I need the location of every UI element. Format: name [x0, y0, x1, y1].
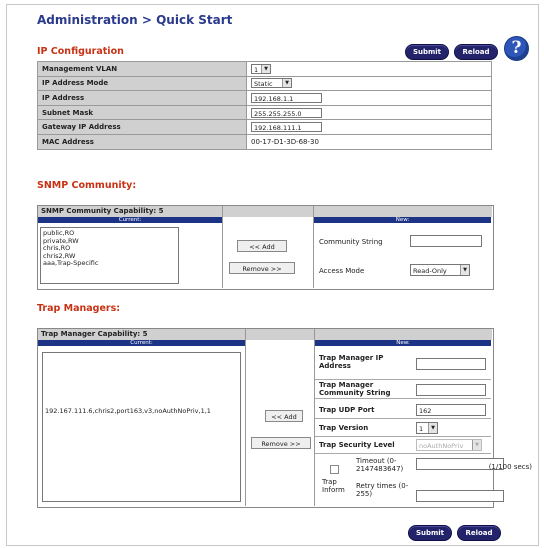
trap-ip-label: Trap Manager IP Address: [319, 354, 384, 370]
table-row: Gateway IP Address 192.168.111.1: [37, 119, 492, 135]
snmp-remove-button[interactable]: Remove >>: [229, 262, 295, 274]
trap-community-input[interactable]: [416, 384, 486, 396]
list-item[interactable]: 192.167.111.6,chris2,port163,v3,noAuthNo…: [45, 407, 238, 416]
trap-new-header: New:: [315, 340, 491, 346]
ip-address-input[interactable]: 192.168.1.1: [251, 92, 322, 103]
ip-mode-select[interactable]: Static ▼: [251, 78, 292, 89]
trap-version-select[interactable]: 1 ▼: [416, 422, 438, 434]
community-string-input[interactable]: [410, 235, 482, 247]
snmp-new-header: New:: [314, 217, 491, 223]
reload-button[interactable]: Reload: [454, 44, 498, 60]
snmp-current-header: Current:: [38, 217, 222, 223]
trap-version-label: Trap Version: [319, 424, 369, 432]
trap-udp-label: Trap UDP Port: [319, 406, 375, 414]
trap-version-value: 1: [419, 425, 424, 433]
retry-label: Retry times (0-255): [356, 482, 409, 498]
snmp-capability: SNMP Community Capability: 5: [38, 206, 492, 217]
trap-manager-list[interactable]: 192.167.111.6,chris2,port163,v3,noAuthNo…: [42, 352, 241, 502]
mac-address-label: MAC Address: [37, 133, 247, 150]
ip-address-label: IP Address: [37, 90, 247, 106]
ip-mode-label: IP Address Mode: [37, 75, 247, 92]
chevron-down-icon: ▼: [282, 79, 291, 88]
trap-community-label: Trap Manager Community String: [319, 381, 391, 397]
submit-button[interactable]: Submit: [405, 44, 449, 60]
access-mode-select[interactable]: Read-Only ▼: [410, 264, 470, 276]
trap-udp-input[interactable]: 162: [416, 404, 486, 416]
chevron-down-icon: ▼: [472, 440, 481, 450]
help-icon[interactable]: ?: [504, 36, 529, 61]
snmp-title: SNMP Community:: [37, 180, 137, 191]
trap-title: Trap Managers:: [37, 303, 121, 314]
ip-mode-value: Static: [254, 80, 273, 89]
gateway-label: Gateway IP Address: [37, 119, 247, 135]
access-mode-label: Access Mode: [319, 267, 365, 275]
gateway-input[interactable]: 192.168.111.1: [251, 122, 322, 133]
retry-input[interactable]: [416, 490, 504, 502]
community-list[interactable]: public,RO private,RW chris,RO chris2,RW …: [40, 227, 179, 284]
trap-inform-label: Trap Inform: [322, 478, 345, 494]
subnet-mask-label: Subnet Mask: [37, 104, 247, 121]
trap-add-button[interactable]: << Add: [265, 410, 303, 422]
table-row: Subnet Mask 255.255.255.0: [37, 104, 492, 121]
trap-inform-checkbox[interactable]: [330, 465, 339, 474]
timeout-unit: (1/100 secs): [488, 463, 532, 471]
ip-config-table: Management VLAN 1 ▼ IP Address Mode Stati…: [37, 61, 492, 150]
snmp-add-button[interactable]: << Add: [237, 240, 287, 252]
community-string-label: Community String: [319, 238, 383, 246]
chevron-down-icon: ▼: [261, 64, 270, 73]
trap-remove-button[interactable]: Remove >>: [251, 437, 311, 449]
table-row: IP Address Mode Static ▼: [37, 75, 492, 92]
trap-ip-input[interactable]: [416, 358, 486, 370]
chevron-down-icon: ▼: [460, 265, 469, 275]
trap-current-header: Current:: [38, 340, 245, 346]
subnet-mask-input[interactable]: 255.255.255.0: [251, 107, 322, 118]
mgmt-vlan-label: Management VLAN: [37, 61, 247, 77]
mac-address-value: 00-17-D1-3D-68-30: [246, 133, 492, 150]
trap-security-label: Trap Security Level: [319, 441, 395, 449]
trap-capability: Trap Manager Capability: 5: [38, 329, 492, 340]
mgmt-vlan-value: 1: [254, 65, 259, 74]
table-row: IP Address 192.168.1.1: [37, 90, 492, 106]
footer-submit-button[interactable]: Submit: [408, 525, 452, 541]
trap-security-select[interactable]: noAuthNoPriv ▼: [416, 439, 482, 451]
access-mode-value: Read-Only: [413, 267, 447, 275]
trap-security-value: noAuthNoPriv: [419, 442, 464, 450]
footer-reload-button[interactable]: Reload: [457, 525, 501, 541]
page-title: Administration > Quick Start: [37, 13, 233, 27]
mgmt-vlan-select[interactable]: 1 ▼: [251, 63, 271, 74]
chevron-down-icon: ▼: [428, 423, 437, 433]
table-row: MAC Address 00-17-D1-3D-68-30: [37, 133, 492, 150]
timeout-label: Timeout (0-2147483647): [356, 457, 404, 473]
table-row: Management VLAN 1 ▼: [37, 61, 492, 77]
list-item[interactable]: aaa,Trap-Specific: [43, 259, 176, 268]
ip-config-title: IP Configuration: [37, 46, 124, 57]
